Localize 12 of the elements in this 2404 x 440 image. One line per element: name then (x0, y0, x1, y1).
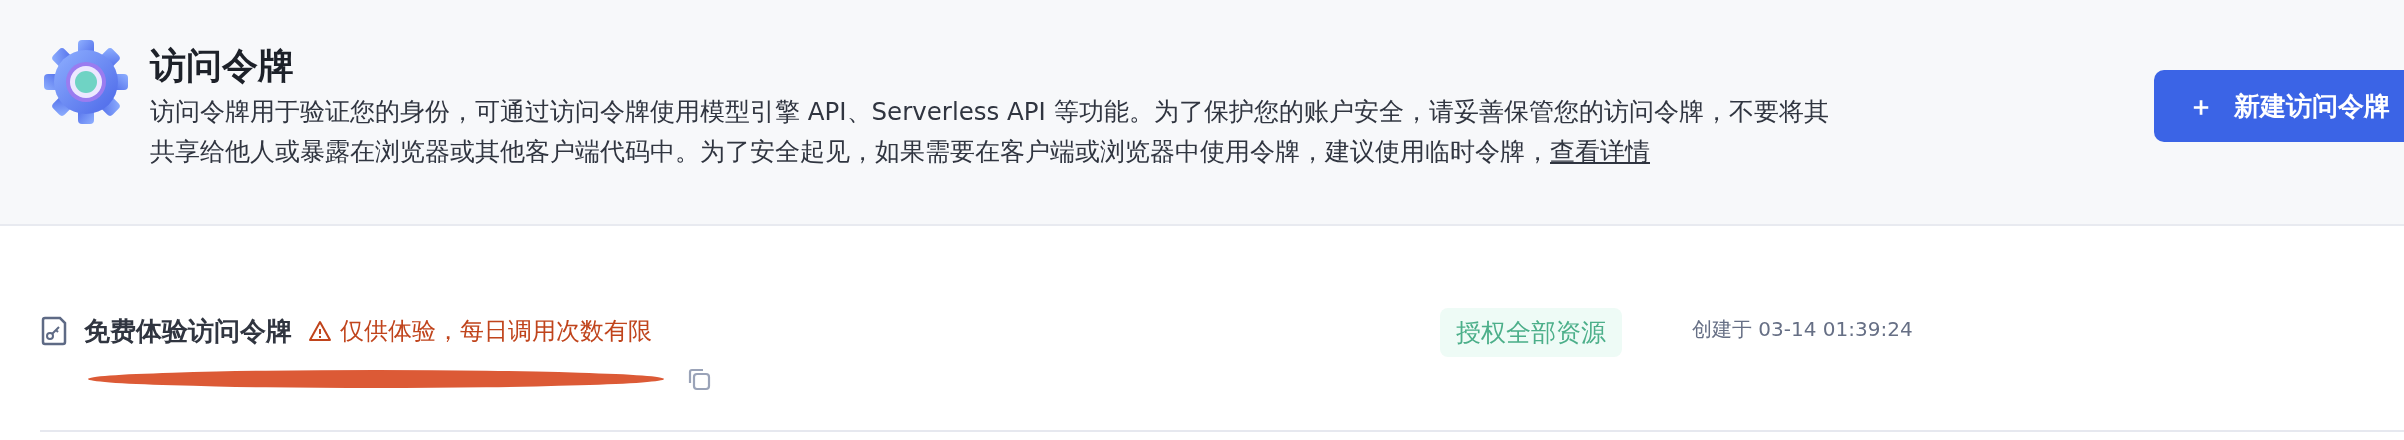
created-time: 创建于 03-14 01:39:24 (1692, 316, 1913, 343)
trial-warning: 仅供体验，每日调用次数有限 (308, 315, 652, 347)
scope-tag: 授权全部资源 (1440, 308, 1622, 357)
description: 访问令牌用于验证您的身份，可通过访问令牌使用模型引擎 API、Serverless API 等功能。为了保护您的账户安全，请妥善保管您的访问令牌，不要将其共享给他人或暴露在浏览器或其他客户端代码中。为了安全起见，如果需要在客户端或浏览器中使用令牌，建议使用临时令牌，查看详情 (150, 96, 1830, 168)
token-name: 免费体验访问令牌 (84, 314, 292, 348)
key-document-icon (40, 315, 68, 347)
gear-icon (42, 38, 130, 126)
page-title: 访问令牌 (150, 44, 295, 88)
warning-icon (308, 320, 332, 342)
new-token-button[interactable]: ＋ 新建访问令牌 (2154, 70, 2404, 142)
details-link[interactable]: 查看详情 (1550, 137, 1650, 166)
copy-icon[interactable] (686, 366, 712, 392)
